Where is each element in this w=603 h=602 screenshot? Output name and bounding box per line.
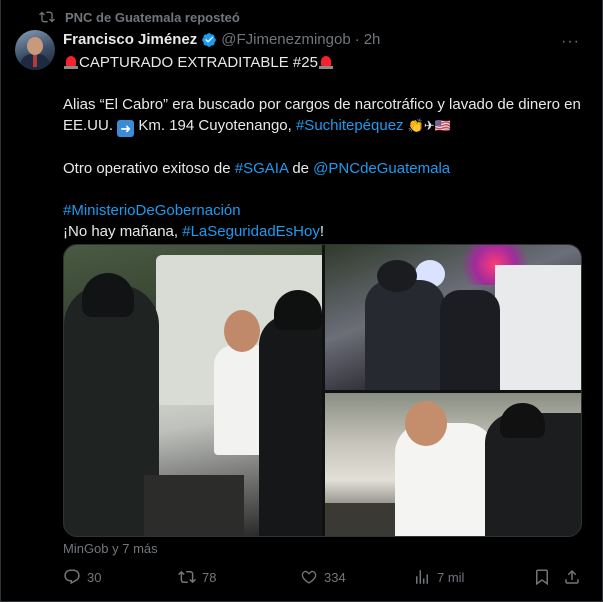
photo-suspect-escort[interactable] bbox=[325, 393, 581, 536]
operation-mid: de bbox=[292, 160, 309, 177]
bookmark-icon bbox=[536, 569, 548, 586]
ministerio-line: #MinisterioDeGobernación bbox=[63, 200, 583, 221]
media-caption[interactable]: MinGob y 7 más bbox=[63, 541, 158, 556]
headline-line: CAPTURADO EXTRADITABLE #25 bbox=[63, 52, 583, 73]
tweet-text: CAPTURADO EXTRADITABLE #25 Alias “El Cab… bbox=[63, 52, 583, 242]
right-arrow-icon: ➜ bbox=[117, 120, 135, 137]
seguridad-pre: ¡No hay mañana, bbox=[63, 223, 179, 240]
repost-indicator[interactable]: PNC de Guatemala reposteó bbox=[39, 9, 240, 25]
seguridad-line: ¡No hay mañana, #LaSeguridadEsHoy! bbox=[63, 221, 583, 242]
verified-badge-icon[interactable] bbox=[201, 32, 217, 48]
airplane-icon: ✈ bbox=[423, 118, 435, 133]
hashtag-suchitepequez[interactable]: #Suchitepéquez bbox=[296, 117, 404, 134]
hashtag-laseguridadeshoy[interactable]: #LaSeguridadEsHoy bbox=[182, 223, 320, 240]
share-button[interactable] bbox=[563, 568, 581, 586]
repost-icon bbox=[178, 570, 196, 584]
us-flag-icon: 🇺🇸 bbox=[434, 118, 452, 133]
author-handle[interactable]: @FJimenezmingob bbox=[221, 31, 350, 48]
separator-dot: · bbox=[354, 31, 360, 48]
share-icon bbox=[565, 569, 579, 584]
reply-count: 30 bbox=[87, 569, 102, 585]
reply-icon bbox=[64, 569, 80, 585]
tweet-header: Francisco Jiménez @FJimenezmingob · 2h bbox=[63, 31, 380, 48]
operation-line: Otro operativo exitoso de #SGAIA de @PNC… bbox=[63, 158, 583, 179]
hashtag-ministerio[interactable]: #MinisterioDeGobernación bbox=[63, 202, 241, 219]
author-name[interactable]: Francisco Jiménez bbox=[63, 31, 197, 48]
like-count: 334 bbox=[324, 569, 346, 585]
seguridad-post: ! bbox=[319, 223, 325, 240]
heart-icon bbox=[301, 570, 317, 584]
post-time[interactable]: 2h bbox=[364, 31, 381, 48]
photo-police-lights[interactable] bbox=[325, 245, 581, 390]
reply-button[interactable]: 30 bbox=[63, 568, 101, 586]
body-line1-after: Km. 194 Cuyotenango, bbox=[138, 117, 292, 134]
siren-icon bbox=[63, 55, 79, 69]
repost-button[interactable]: 78 bbox=[178, 568, 216, 586]
body-paragraph: Alias “El Cabro” era buscado por cargos … bbox=[63, 94, 583, 137]
action-bar: 30 78 334 7 mil bbox=[63, 568, 583, 588]
avatar[interactable] bbox=[15, 30, 55, 70]
clapping-hands-icon: 👏 bbox=[407, 118, 424, 133]
tweet-card[interactable]: PNC de Guatemala reposteó Francisco Jimé… bbox=[0, 0, 603, 602]
mention-pncdeguatemala[interactable]: @PNCdeGuatemala bbox=[313, 160, 450, 177]
bookmark-button[interactable] bbox=[533, 568, 551, 586]
hashtag-sgaia[interactable]: #SGAIA bbox=[235, 160, 288, 177]
views-chart-icon bbox=[416, 570, 428, 584]
siren-icon bbox=[318, 55, 334, 69]
repost-count: 78 bbox=[202, 569, 217, 585]
media-grid bbox=[63, 244, 582, 537]
views-button[interactable]: 7 mil bbox=[413, 568, 464, 586]
more-options-icon[interactable]: ··· bbox=[561, 33, 580, 51]
views-count: 7 mil bbox=[437, 569, 465, 585]
operation-pre: Otro operativo exitoso de bbox=[63, 160, 231, 177]
like-button[interactable]: 334 bbox=[300, 568, 346, 586]
repost-icon bbox=[39, 11, 55, 23]
photo-arrest-main[interactable] bbox=[64, 245, 322, 536]
repost-text: PNC de Guatemala reposteó bbox=[65, 9, 240, 25]
headline-text: CAPTURADO EXTRADITABLE #25 bbox=[79, 54, 318, 71]
